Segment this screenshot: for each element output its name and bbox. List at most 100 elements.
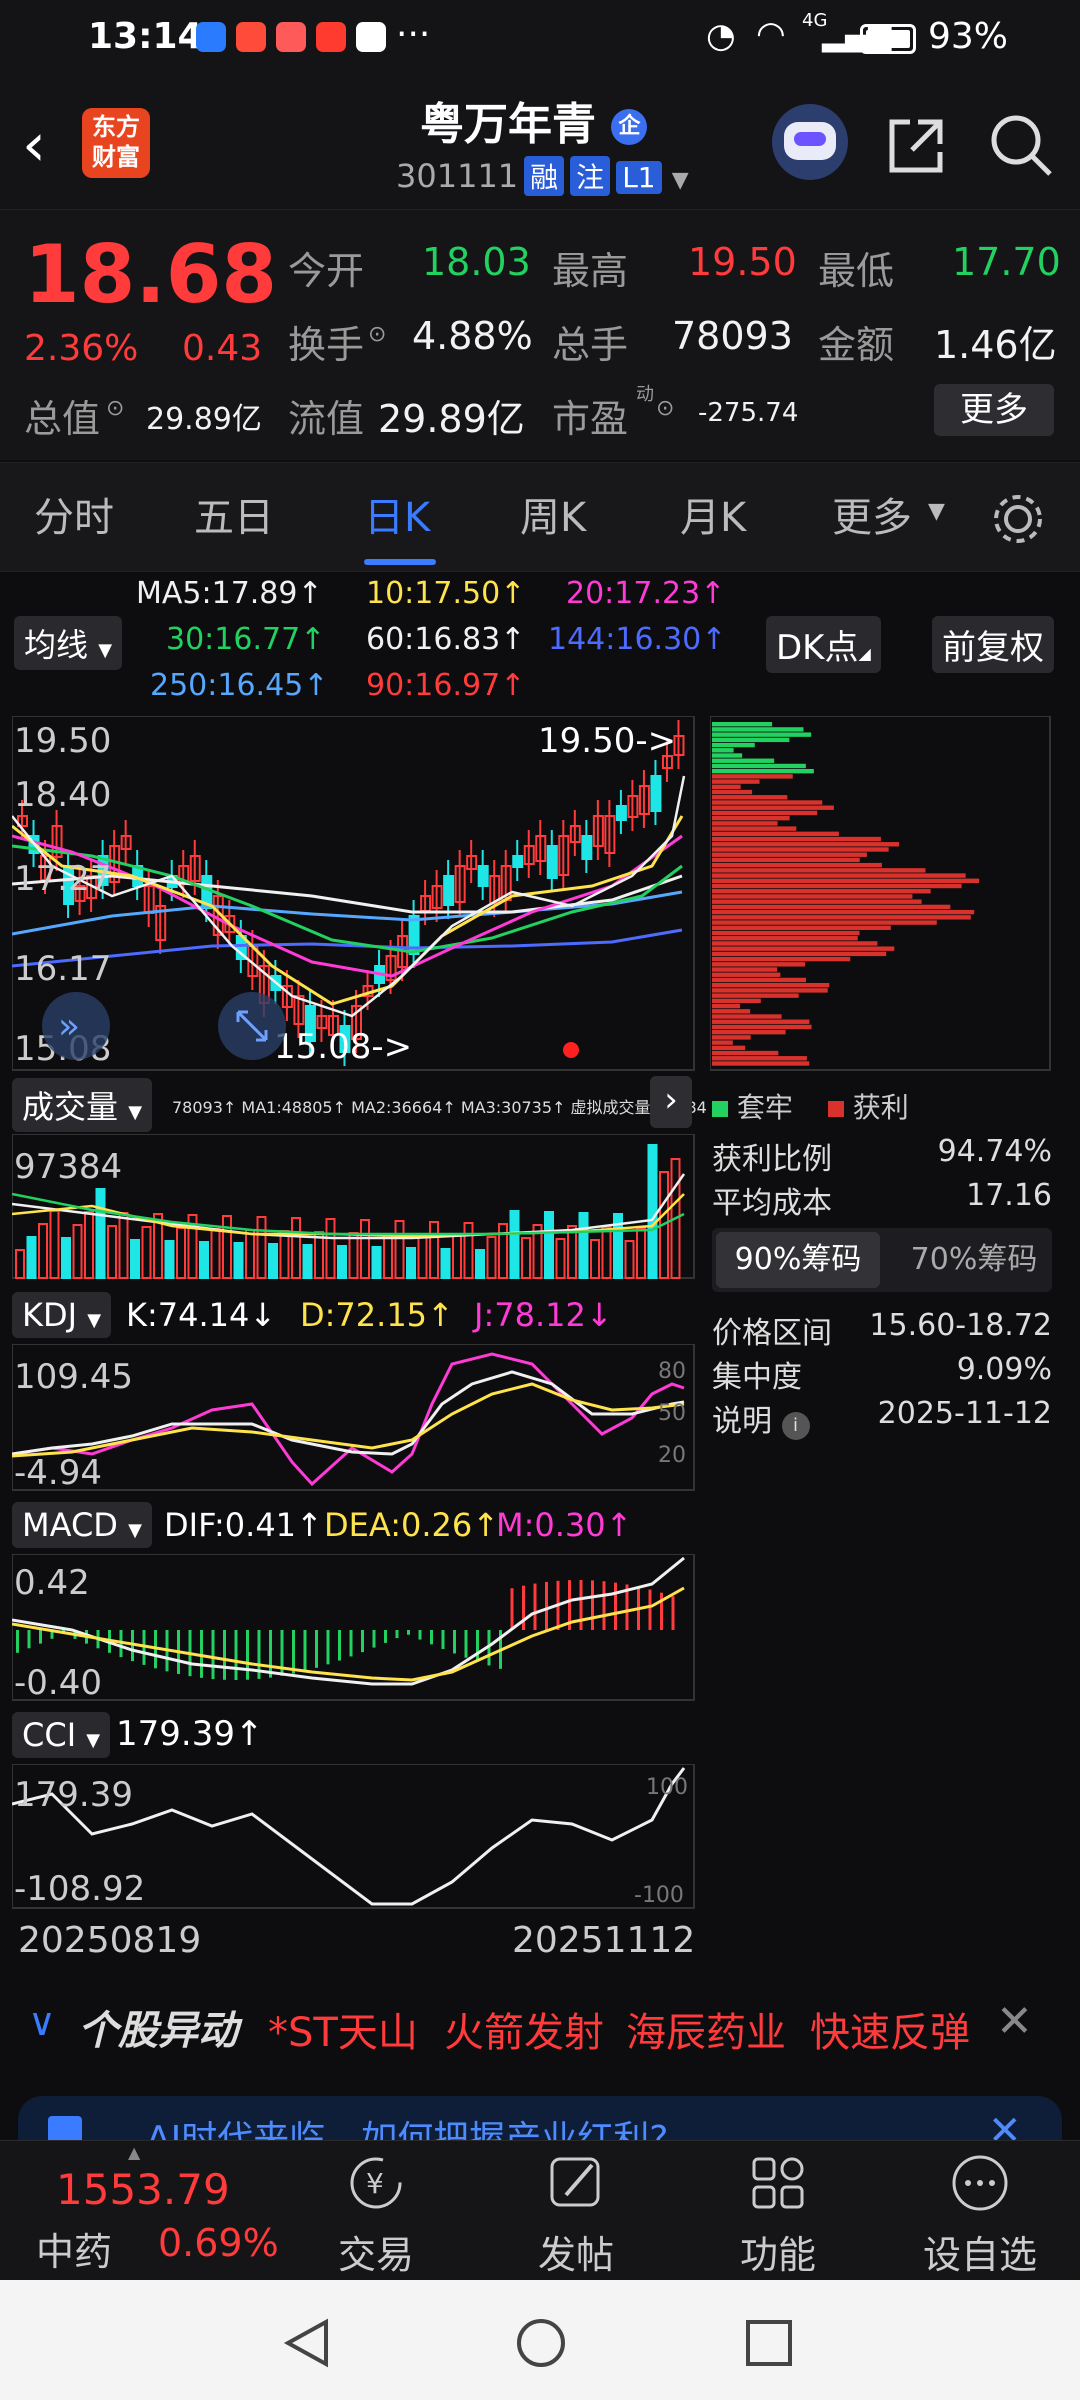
volume-bar — [567, 1225, 577, 1279]
indicator-selector[interactable]: 均线 ▼ — [14, 616, 123, 670]
pe-label: 市盈 — [552, 397, 629, 441]
system-recents-icon[interactable] — [744, 2318, 794, 2368]
kdj-y-top: 109.45 — [14, 1357, 133, 1397]
tab-intraday[interactable]: 分时 — [34, 485, 114, 543]
index-value[interactable]: 1553.79 — [56, 2165, 230, 2214]
chip-bar — [712, 899, 922, 904]
chip-bar — [712, 774, 793, 779]
chip-stats: 获利比例 94.74% 平均成本 17.16 90%筹码 70%筹码 价格区间 15.… — [712, 1134, 1052, 1440]
macd-bar — [510, 1588, 514, 1630]
kline-chart[interactable]: 19.50 18.40 17.27 16.17 15.08 19.50-> 15… — [12, 716, 696, 1072]
index-name[interactable]: 中药 — [36, 2221, 112, 2276]
edit-post-icon — [550, 2157, 600, 2207]
more-quote-button[interactable]: 更多 — [934, 384, 1054, 436]
macd-selector[interactable]: MACD ▼ — [12, 1502, 152, 1548]
ticker-item-1[interactable]: *ST天山 — [268, 2000, 418, 2058]
app-logo[interactable]: 东方 财富 — [82, 108, 150, 178]
turnover-value: 4.88% — [412, 314, 533, 358]
tab-weekly-k[interactable]: 周K — [520, 485, 586, 543]
level-tag: L1 — [616, 161, 662, 194]
period-tabs: 分时 五日 日K 周K 月K 更多 ▼ — [0, 462, 1080, 572]
chip-bar — [712, 722, 773, 727]
adjust-button[interactable]: 前复权 — [932, 616, 1054, 673]
bottom-nav: ▲ 1553.79 中药 0.69% ¥ 交易 发帖 功能 设自选 — [0, 2140, 1080, 2280]
macd-bar — [602, 1581, 606, 1630]
ticker-item-2[interactable]: 火箭发射 — [444, 2000, 604, 2058]
ma90-value: 90:16.97↑ — [366, 668, 526, 703]
avg-cost-label: 平均成本 — [712, 1186, 832, 1221]
close-ticker-icon[interactable]: ✕ — [996, 1996, 1033, 2047]
expand-right-icon[interactable]: › — [650, 1076, 692, 1128]
chip-tab-90[interactable]: 90%筹码 — [716, 1232, 880, 1288]
ticker-chevron-icon[interactable]: ∨ — [28, 2000, 56, 2044]
index-up-caret-icon: ▲ — [128, 2143, 141, 2162]
chip-bar — [712, 915, 971, 920]
ticker-item-4[interactable]: 快速反弹 — [810, 2000, 970, 2058]
tab-daily-k[interactable]: 日K — [364, 485, 430, 543]
chip-bar — [712, 753, 743, 758]
note-info-icon[interactable]: i — [781, 1412, 810, 1440]
robot-assistant-icon[interactable] — [772, 104, 848, 180]
stock-code-row[interactable]: 301111 融注 L1 ▼ — [396, 156, 689, 196]
chip-bar — [712, 868, 926, 873]
ticker-item-3[interactable]: 海辰药业 — [626, 2000, 786, 2058]
nav-add-watchlist[interactable]: 设自选 — [910, 2151, 1050, 2279]
chip-tab-70[interactable]: 70%筹码 — [900, 1232, 1048, 1288]
volume-selector[interactable]: 成交量 ▼ — [12, 1078, 153, 1132]
macd-bar — [246, 1630, 249, 1680]
low-label: 最低 — [818, 249, 895, 293]
system-back-icon[interactable] — [282, 2318, 332, 2368]
volume-bar — [348, 1232, 359, 1279]
nav-trade[interactable]: ¥ 交易 — [306, 2151, 446, 2279]
settings-gear-icon[interactable] — [990, 491, 1046, 547]
info-dots-icon[interactable]: ⊙ — [368, 322, 386, 347]
tab-five-day[interactable]: 五日 — [194, 485, 274, 543]
chip-bar — [712, 758, 775, 763]
chip-bar — [712, 1040, 733, 1045]
volume-bar — [15, 1249, 25, 1279]
volume-bar — [84, 1211, 94, 1279]
movement-ticker[interactable]: ∨ 个股异动 *ST天山 火箭发射 海辰药业 快速反弹 ✕ — [0, 1990, 1080, 2070]
wifi-icon: ◠ — [756, 14, 786, 54]
kdj-ref-50: 50 — [658, 1401, 686, 1426]
chip-bar — [712, 748, 734, 753]
stock-code: 301111 — [396, 157, 519, 195]
tab-more[interactable]: 更多 — [832, 485, 912, 543]
chip-bar — [712, 836, 881, 842]
back-icon[interactable]: ‹ — [22, 110, 46, 180]
share-icon[interactable] — [884, 114, 948, 178]
range-label: 价格区间 — [712, 1316, 832, 1351]
mktcap-info-icon[interactable]: ⊙ — [106, 396, 124, 421]
dk-point-button[interactable]: DK点◢ — [766, 616, 881, 673]
volume-bar — [107, 1225, 117, 1279]
macd-bar — [671, 1596, 675, 1630]
kdj-selector[interactable]: KDJ ▼ — [12, 1292, 112, 1338]
chip-bar — [712, 1003, 741, 1009]
search-icon[interactable] — [988, 112, 1054, 178]
chip-bar — [712, 1024, 812, 1030]
cci-selector[interactable]: CCI ▼ — [12, 1712, 111, 1758]
macd-bar — [395, 1630, 399, 1639]
nav-functions[interactable]: 功能 — [708, 2151, 848, 2279]
profit-legend-swatch — [827, 1101, 844, 1117]
chip-bar — [712, 815, 790, 821]
ma250-line — [12, 890, 683, 936]
volume-bar — [521, 1237, 531, 1279]
pe-info-icon[interactable]: ⊙ — [656, 396, 674, 421]
chip-bar — [712, 951, 887, 957]
system-home-icon[interactable] — [514, 2316, 568, 2370]
tab-monthly-k[interactable]: 月K — [680, 485, 746, 543]
chip-bar — [712, 789, 753, 795]
volume-bar — [486, 1236, 497, 1279]
chip-bar — [712, 800, 823, 805]
volume-bar — [302, 1244, 313, 1279]
volume-bar — [314, 1231, 324, 1279]
volume-legend: 78093↑ MA1:48805↑ MA2:36664↑ MA3:30735↑ … — [172, 1098, 707, 1117]
more-notify-icon: ··· — [396, 14, 431, 55]
index-change[interactable]: 0.69% — [158, 2221, 279, 2265]
concentration-label: 集中度 — [712, 1360, 802, 1395]
nav-post[interactable]: 发帖 — [506, 2151, 646, 2279]
macd-bar — [522, 1585, 525, 1630]
kdj-ref-20: 20 — [658, 1443, 686, 1468]
volume-bar — [268, 1243, 278, 1279]
